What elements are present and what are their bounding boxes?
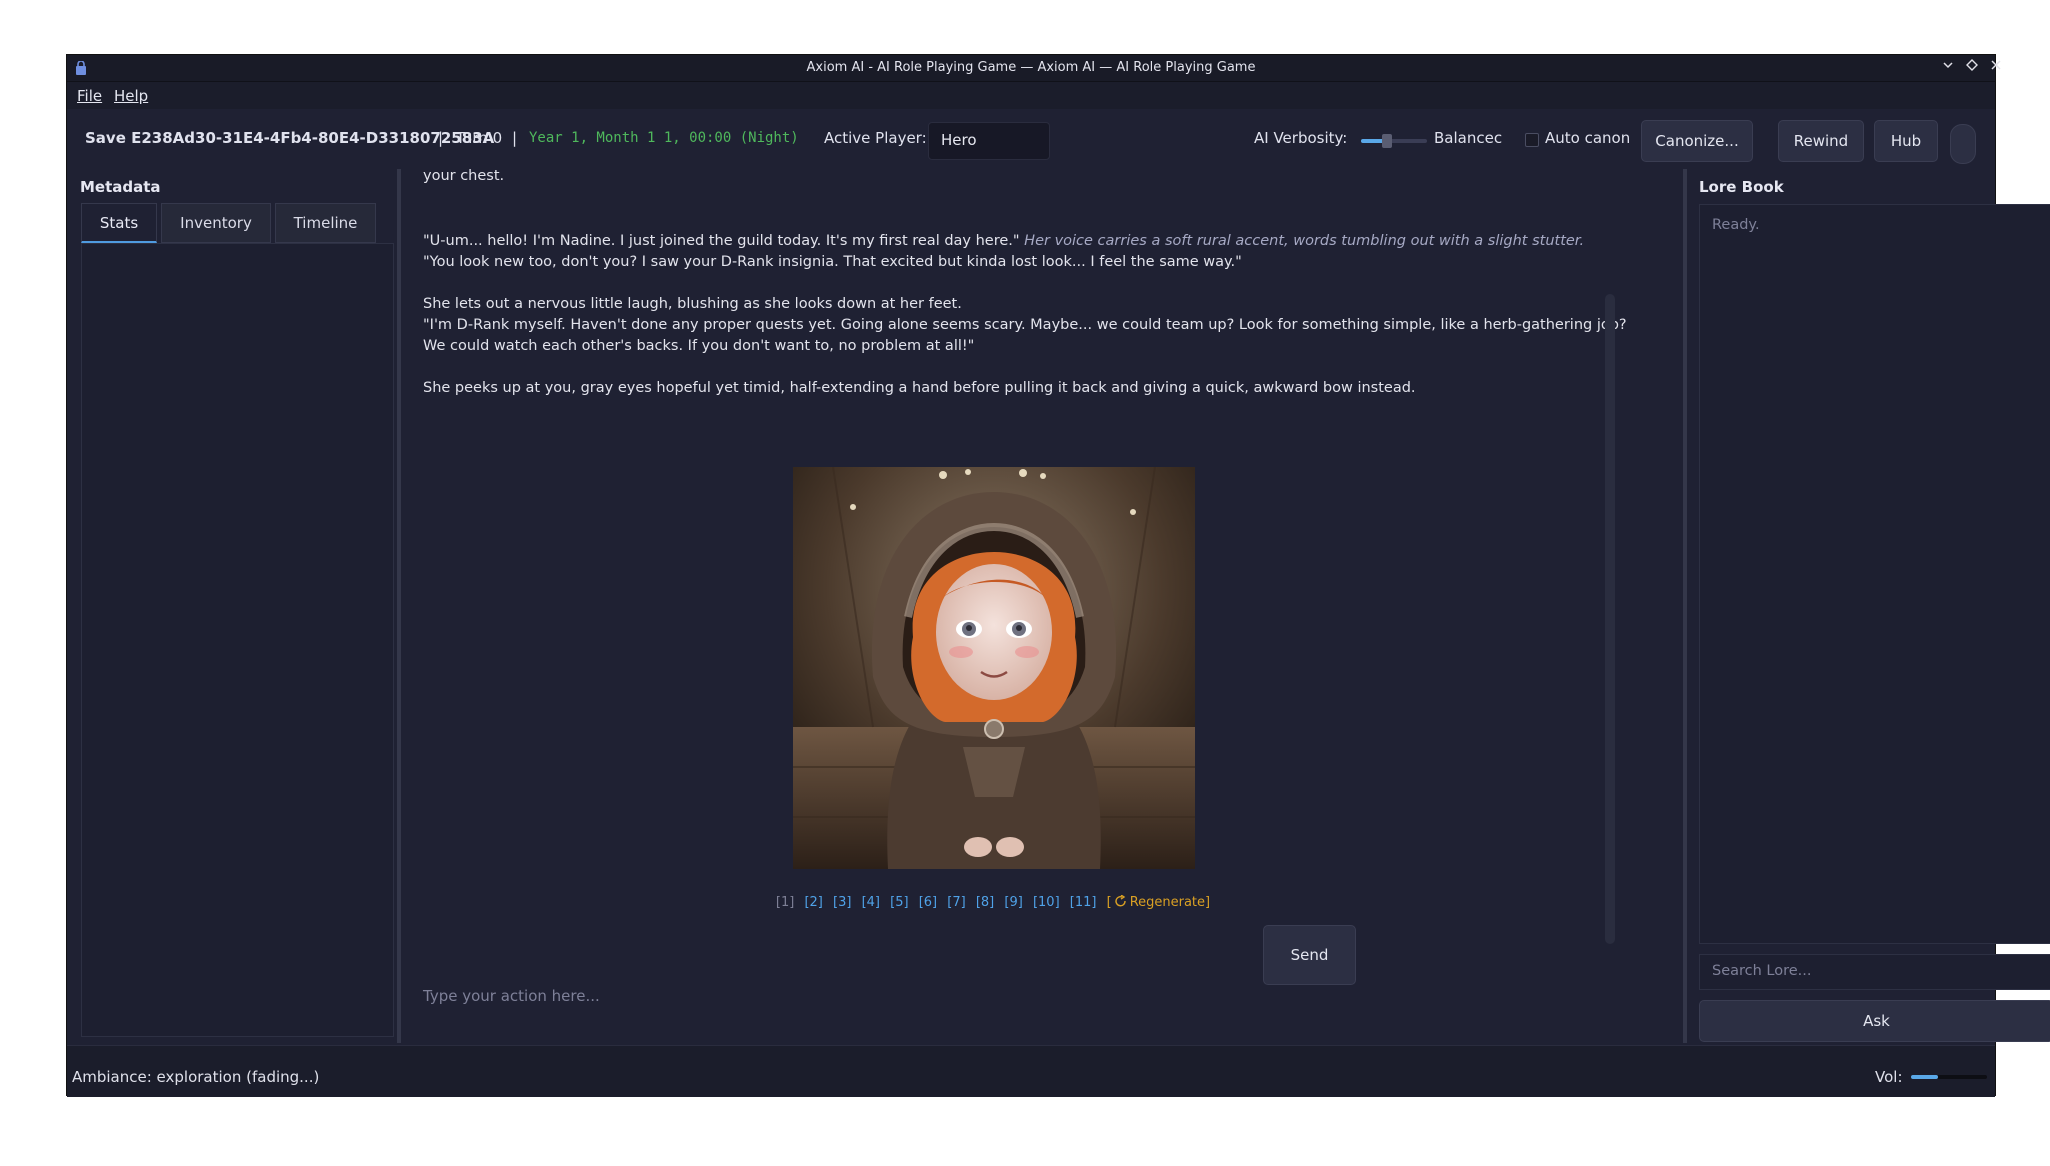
- chat-paragraph-1: "U-um... hello! I'm Nadine. I just joine…: [423, 231, 1603, 252]
- menu-file[interactable]: File: [77, 87, 102, 105]
- save-name: Save E238Ad30-31E4-4Fb4-80E4-D3318072583…: [85, 129, 495, 147]
- separator: |: [438, 129, 444, 147]
- overflow-button[interactable]: [1950, 124, 1976, 164]
- volume-label: Vol:: [1875, 1068, 1903, 1086]
- page-link[interactable]: [9]: [1004, 895, 1022, 910]
- toolbar: Save E238Ad30-31E4-4Fb4-80E4-D3318072583…: [67, 109, 1995, 169]
- chat-partial-line: your chest.: [423, 169, 505, 183]
- page-link[interactable]: [7]: [947, 895, 965, 910]
- send-button[interactable]: Send: [1263, 925, 1356, 985]
- page-link[interactable]: [1]: [776, 895, 794, 910]
- menu-bar: File Help: [67, 82, 1995, 109]
- lore-search-input[interactable]: Search Lore...: [1699, 954, 2050, 990]
- page-link[interactable]: [11]: [1070, 895, 1097, 910]
- page-link[interactable]: [8]: [976, 895, 994, 910]
- tab-inventory[interactable]: Inventory: [161, 203, 271, 243]
- page-link[interactable]: [10]: [1033, 895, 1060, 910]
- verbosity-value: Balancec: [1434, 129, 1503, 147]
- ambiance-status: Ambiance: exploration (fading...): [72, 1068, 320, 1086]
- lore-book-panel: Lore Book Ready. Search Lore... Ask: [1685, 169, 2050, 1043]
- minimize-icon[interactable]: [1939, 59, 1957, 77]
- narration-text: Her voice carries a soft rural accent, w…: [1024, 233, 1585, 249]
- chat-area: your chest. "U-um... hello! I'm Nadine. …: [403, 169, 1683, 1043]
- active-player-label: Active Player:: [824, 129, 927, 147]
- left-splitter[interactable]: [397, 169, 401, 1043]
- narration-text: She peeks up at you, gray eyes hopeful y…: [423, 380, 1416, 396]
- metadata-panel: Metadata Stats Inventory Timeline: [67, 169, 400, 1043]
- narration-text: She lets out a nervous little laugh, blu…: [423, 296, 962, 312]
- page-link[interactable]: [4]: [862, 895, 880, 910]
- dialogue-text: "You look new too, don't you? I saw your…: [423, 254, 1242, 270]
- dialogue-text: "U-um... hello! I'm Nadine. I just joine…: [423, 233, 1020, 249]
- slider-handle[interactable]: [1382, 134, 1393, 148]
- maximize-icon[interactable]: [1963, 59, 1981, 77]
- regenerate-label: Regenerate]: [1129, 895, 1211, 910]
- game-date: Year 1, Month 1 1, 00:00 (Night): [529, 130, 799, 146]
- auto-canon-label: Auto canon: [1545, 129, 1631, 147]
- character-portrait: [793, 467, 1195, 869]
- page-link[interactable]: [2]: [804, 895, 822, 910]
- page-link[interactable]: [3]: [833, 895, 851, 910]
- page-link[interactable]: [6]: [919, 895, 937, 910]
- separator: |: [512, 129, 518, 147]
- volume-slider[interactable]: [1911, 1075, 1987, 1079]
- tab-timeline[interactable]: Timeline: [275, 203, 376, 243]
- rewind-button[interactable]: Rewind: [1778, 120, 1864, 162]
- menu-help[interactable]: Help: [114, 87, 148, 105]
- image-pager: [1] [2] [3] [4] [5] [6] [7] [8] [9] [10]…: [403, 894, 1583, 910]
- metadata-title: Metadata: [80, 178, 161, 196]
- regenerate-link[interactable]: [ Regenerate]: [1106, 894, 1211, 910]
- dialogue-text: "I'm D-Rank myself. Haven't done any pro…: [423, 317, 1627, 333]
- canonize-button[interactable]: Canonize...: [1641, 120, 1753, 162]
- chat-scrollbar[interactable]: [1605, 294, 1615, 944]
- title-bar: Axiom AI - AI Role Playing Game — Axiom …: [67, 55, 2001, 82]
- app-window: Axiom AI - AI Role Playing Game — Axiom …: [66, 54, 2050, 1097]
- lore-book-title: Lore Book: [1699, 178, 1784, 196]
- lore-output: Ready.: [1699, 204, 2050, 944]
- status-bar: Ambiance: exploration (fading...) Vol:: [67, 1045, 1995, 1097]
- action-input[interactable]: Type your action here...: [423, 987, 600, 1005]
- stats-content: [81, 243, 394, 1037]
- active-player-field[interactable]: Hero: [928, 122, 1050, 160]
- window-title: Axiom AI - AI Role Playing Game — Axiom …: [806, 60, 1256, 75]
- tab-stats[interactable]: Stats: [81, 203, 157, 243]
- close-icon[interactable]: [1987, 59, 2005, 77]
- auto-canon-checkbox[interactable]: [1525, 133, 1539, 147]
- regenerate-bracket: [: [1106, 895, 1112, 910]
- turn-counter: Turn 0: [456, 129, 503, 147]
- dialogue-text: We could watch each other's backs. If yo…: [423, 338, 975, 354]
- verbosity-slider[interactable]: [1361, 134, 1427, 148]
- hub-button[interactable]: Hub: [1874, 120, 1938, 162]
- refresh-icon: [1115, 894, 1126, 907]
- ask-button[interactable]: Ask: [1699, 1000, 2050, 1042]
- verbosity-label: AI Verbosity:: [1254, 129, 1348, 147]
- page-link[interactable]: [5]: [890, 895, 908, 910]
